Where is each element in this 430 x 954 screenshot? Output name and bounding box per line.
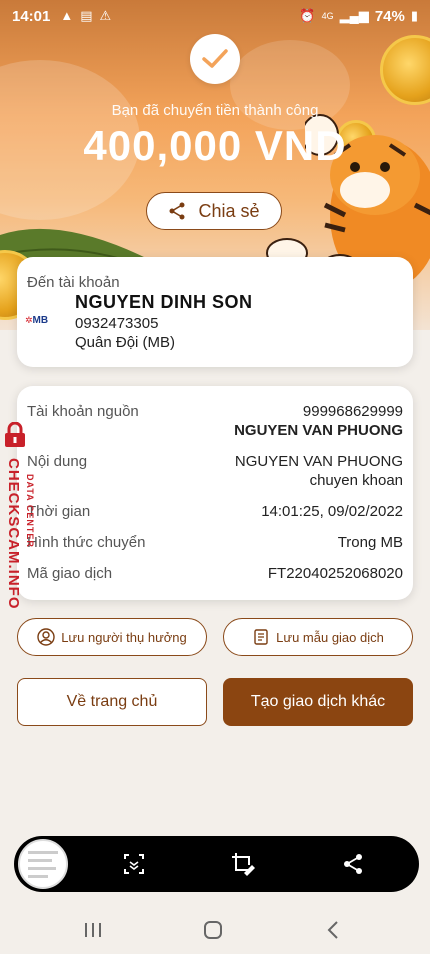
battery-icon: ▮ xyxy=(410,8,418,23)
alarm-icon: ⏰ xyxy=(299,8,316,23)
recipient-card: Đến tài khoản ✲MB NGUYEN DINH SON 093247… xyxy=(17,257,413,367)
share-button[interactable]: Chia sẻ xyxy=(146,192,282,230)
method-label: Hình thức chuyển xyxy=(27,534,146,551)
save-template-label: Lưu mẫu giao dịch xyxy=(276,629,384,645)
crop-edit-icon xyxy=(232,853,255,876)
source-account-label: Tài khoản nguồn xyxy=(27,403,139,420)
warning-icon: ⚠ xyxy=(99,8,112,23)
clock: 14:01 xyxy=(12,7,51,25)
scroll-capture-button[interactable] xyxy=(120,850,148,878)
lock-icon xyxy=(5,422,25,447)
mb-bank-logo: ✲MB xyxy=(25,315,49,326)
watermark-sub-text: DATA CENTER xyxy=(25,474,35,548)
message-icon: ▤ xyxy=(80,8,93,23)
content-line-1: NGUYEN VAN PHUONG xyxy=(234,453,403,470)
share-icon xyxy=(344,854,362,874)
content-label: Nội dung xyxy=(27,453,88,470)
transaction-id-label: Mã giao dịch xyxy=(27,565,113,582)
scroll-capture-icon xyxy=(124,854,144,874)
time-label: Thời gian xyxy=(27,503,91,520)
watermark-main-text: CHECKSCAM.INFO xyxy=(5,458,22,610)
recipient-name: NGUYEN DINH SON xyxy=(75,292,253,312)
home-nav-button[interactable] xyxy=(201,918,225,942)
back-arrow-icon xyxy=(327,921,338,939)
success-check-icon xyxy=(190,34,240,84)
share-label: Chia sẻ xyxy=(198,200,260,221)
signal-icon: ▂▄▆ xyxy=(339,8,369,23)
share-icon xyxy=(169,202,185,220)
notification-icon: ▲ xyxy=(60,8,74,23)
save-beneficiary-label: Lưu người thụ hưởng xyxy=(61,629,187,645)
share-screenshot-button[interactable] xyxy=(339,850,367,878)
recent-apps-icon xyxy=(85,923,101,937)
method-value: Trong MB xyxy=(337,534,403,551)
time-value: 14:01:25, 09/02/2022 xyxy=(261,503,403,520)
system-navigation-bar xyxy=(0,904,430,954)
home-button[interactable]: Về trang chủ xyxy=(17,678,207,726)
save-beneficiary-button[interactable]: Lưu người thụ hưởng xyxy=(17,618,207,656)
status-bar: 14:01 ▲ ▤ ⚠ ⏰ 4G ▂▄▆ 74% ▮ xyxy=(0,0,430,32)
transaction-details-card: Tài khoản nguồn 999968629999 NGUYEN VAN … xyxy=(17,386,413,600)
success-message: Bạn đã chuyển tiền thành công xyxy=(111,102,319,119)
recipient-bank-name: Quân Đội (MB) xyxy=(75,334,176,351)
home-nav-icon xyxy=(204,921,222,939)
transaction-id: FT22040252068020 xyxy=(267,565,403,582)
transfer-amount: 400,000 VND xyxy=(83,122,347,169)
back-button[interactable] xyxy=(321,918,345,942)
mb-star-icon: ✲ xyxy=(25,315,33,325)
recent-apps-button[interactable] xyxy=(81,918,105,942)
content-line-2: chuyen khoan xyxy=(309,472,403,489)
screenshot-thumbnail[interactable] xyxy=(18,839,68,889)
user-icon xyxy=(37,628,55,646)
recipient-label: Đến tài khoản xyxy=(27,274,120,291)
source-account-number: 999968629999 xyxy=(302,403,403,420)
network-label: 4G xyxy=(321,11,334,21)
save-template-button[interactable]: Lưu mẫu giao dịch xyxy=(223,618,413,656)
battery-level: 74% xyxy=(374,7,405,25)
crop-edit-button[interactable] xyxy=(229,850,257,878)
document-icon xyxy=(254,629,268,645)
screenshot-toolbar xyxy=(14,836,419,892)
source-account-name: NGUYEN VAN PHUONG xyxy=(234,422,403,439)
recipient-account-number: 0932473305 xyxy=(75,315,159,332)
new-transaction-button[interactable]: Tạo giao dịch khác xyxy=(223,678,413,726)
